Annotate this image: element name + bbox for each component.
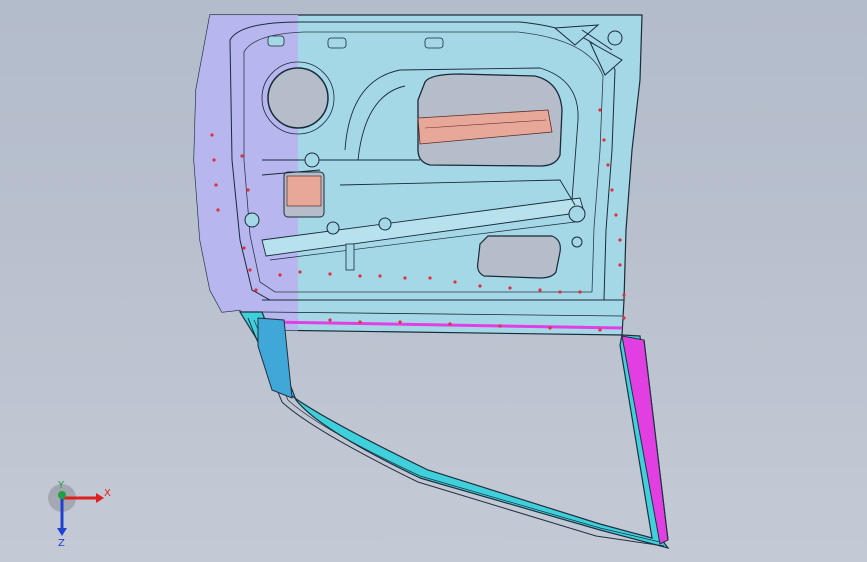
weld-point <box>248 268 252 272</box>
weld-point <box>508 286 512 290</box>
weld-point <box>606 163 610 167</box>
weld-point <box>403 276 407 280</box>
weld-point <box>328 318 332 322</box>
weld-point <box>538 288 542 292</box>
hinge-side-region <box>194 15 298 335</box>
weld-point <box>398 320 402 324</box>
y-axis-label: Y <box>57 480 65 491</box>
weld-point <box>212 158 216 162</box>
weld-point <box>378 274 382 278</box>
y-axis-dot <box>58 491 66 499</box>
door-panel-model[interactable] <box>0 0 867 562</box>
weld-point <box>478 284 482 288</box>
reinforcement-left <box>286 175 322 207</box>
weld-point <box>216 208 220 212</box>
weld-point <box>610 188 614 192</box>
weld-point <box>558 290 562 294</box>
weld-point <box>448 322 452 326</box>
weld-point <box>598 108 602 112</box>
weld-point <box>453 280 457 284</box>
weld-point <box>278 273 282 277</box>
x-arrow-icon <box>96 493 104 503</box>
z-arrow-icon <box>57 528 67 536</box>
weld-point <box>598 328 602 332</box>
weld-point <box>428 276 432 280</box>
window-frame-outer <box>238 311 670 550</box>
weld-point <box>214 183 218 187</box>
weld-point <box>622 316 626 320</box>
graphics-viewport[interactable]: X Y Z <box>0 0 867 562</box>
weld-point <box>298 270 302 274</box>
x-axis-label: X <box>104 488 111 499</box>
speaker-hole <box>267 67 329 129</box>
weld-point <box>246 188 250 192</box>
weld-point <box>210 133 214 137</box>
weld-point <box>498 324 502 328</box>
weld-point <box>548 326 552 330</box>
weld-point <box>328 272 332 276</box>
weld-point <box>358 274 362 278</box>
weld-point <box>602 138 606 142</box>
weld-point <box>622 293 626 297</box>
weld-point <box>618 263 622 267</box>
weld-point <box>242 246 246 250</box>
window-frame-inner-line <box>247 317 665 547</box>
lower-access-hole <box>477 235 561 279</box>
weld-point <box>358 320 362 324</box>
weld-point <box>254 288 258 292</box>
weld-point <box>578 290 582 294</box>
weld-point <box>618 238 622 242</box>
z-axis-label: Z <box>58 538 65 548</box>
orientation-triad: X Y Z <box>48 480 111 548</box>
b-pillar-strip <box>621 335 669 545</box>
weld-point <box>240 154 244 158</box>
weld-point <box>614 213 618 217</box>
